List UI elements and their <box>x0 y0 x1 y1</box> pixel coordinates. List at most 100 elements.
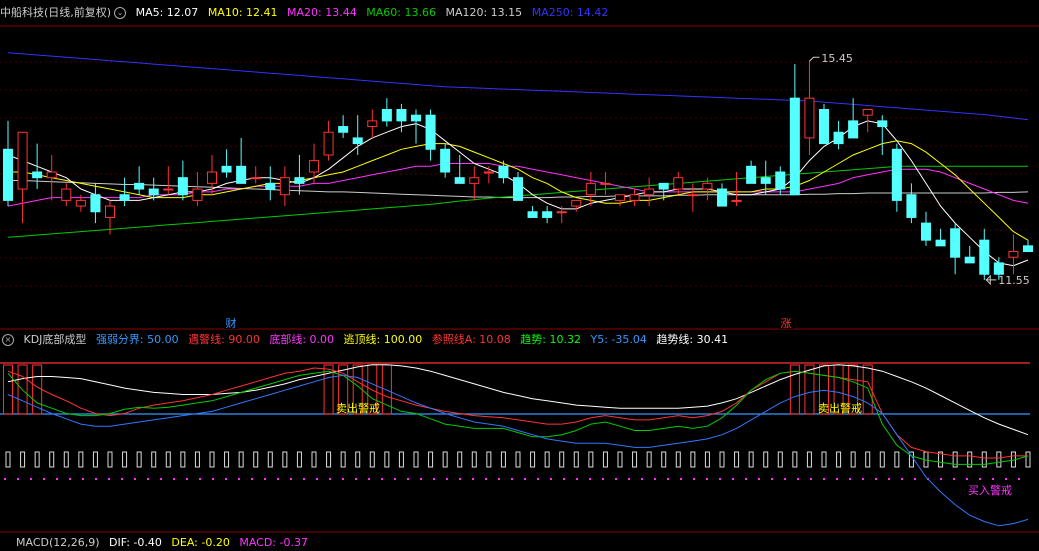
candle-17[interactable] <box>250 166 261 184</box>
candle-60[interactable] <box>877 115 888 155</box>
candle-body <box>950 228 961 258</box>
candle-body <box>629 194 640 201</box>
candle-12[interactable] <box>177 160 188 201</box>
candle-30[interactable] <box>440 143 451 178</box>
kdj-bar-31 <box>457 451 463 468</box>
candle-55[interactable] <box>804 61 815 155</box>
kdj-bar-47 <box>690 451 696 468</box>
candle-36[interactable] <box>527 206 538 218</box>
kdj-dot <box>901 478 903 480</box>
kdj-dot <box>810 478 812 480</box>
candle-2[interactable] <box>32 143 43 190</box>
candle-65[interactable] <box>950 223 961 275</box>
candle-22[interactable] <box>323 120 334 161</box>
candle-67[interactable] <box>979 228 990 280</box>
candle-body <box>862 109 873 116</box>
candle-19[interactable] <box>279 166 290 207</box>
candle-46[interactable] <box>673 172 684 195</box>
low-price-label: 11.55 <box>998 274 1029 287</box>
candle-69[interactable] <box>1008 234 1019 275</box>
kdj-bar-38 <box>559 451 565 468</box>
candle-53[interactable] <box>775 166 786 195</box>
candle-body <box>104 205 116 218</box>
candle-body <box>542 211 553 218</box>
candle-3[interactable] <box>46 154 57 201</box>
candle-50[interactable] <box>731 172 742 207</box>
sell-bar-0-2 <box>32 364 43 415</box>
candle-18[interactable] <box>265 166 276 201</box>
kdj-dot <box>433 478 435 480</box>
candle-34[interactable] <box>498 160 509 184</box>
candle-31[interactable] <box>454 154 465 184</box>
candle-13[interactable] <box>192 172 203 207</box>
candle-25[interactable] <box>367 109 378 138</box>
candle-56[interactable] <box>818 103 830 145</box>
candle-32[interactable] <box>469 166 480 201</box>
kdj-dot <box>940 478 942 480</box>
candle-33[interactable] <box>483 166 494 184</box>
candle-64[interactable] <box>935 228 946 247</box>
candle-42[interactable] <box>614 194 626 207</box>
kdj-bar-3 <box>49 451 55 468</box>
kdj-bar-13 <box>194 451 200 468</box>
candle-body <box>2 148 14 201</box>
candle-20[interactable] <box>294 154 305 195</box>
kdj-dot <box>420 478 422 480</box>
candle-43[interactable] <box>629 189 640 207</box>
candle-26[interactable] <box>381 98 392 127</box>
candle-63[interactable] <box>920 211 932 246</box>
candle-23[interactable] <box>338 115 349 138</box>
candle-62[interactable] <box>906 183 917 224</box>
ma250-line <box>7 52 1029 121</box>
kdj-dot <box>342 478 344 480</box>
candle-body <box>483 171 494 174</box>
candle-37[interactable] <box>542 206 553 224</box>
event-cai-marker[interactable]: 财 <box>226 316 237 330</box>
candle-body <box>644 188 655 196</box>
candle-0[interactable] <box>2 120 14 207</box>
candle-body <box>833 131 844 145</box>
candle-49[interactable] <box>716 183 728 207</box>
candle-14[interactable] <box>206 154 218 195</box>
kdj-dot <box>173 478 175 480</box>
kdj-dot <box>1018 478 1020 480</box>
candle-70[interactable] <box>1022 240 1034 253</box>
candle-39[interactable] <box>571 199 582 212</box>
candle-4[interactable] <box>61 183 72 207</box>
event-zhang-marker[interactable]: 涨 <box>781 317 792 330</box>
candle-body <box>935 239 946 247</box>
candle-9[interactable] <box>134 166 145 195</box>
candle-6[interactable] <box>90 183 101 224</box>
chart-canvas[interactable]: 财 涨 15.45 11.55 卖出警戒 卖出警戒 买入警戒 <box>0 0 1039 540</box>
kdj-bar-28 <box>413 451 419 468</box>
candle-51[interactable] <box>746 160 757 184</box>
kdj-bar-53 <box>777 451 783 468</box>
candle-47[interactable] <box>687 183 698 212</box>
sell-bar-2-54 <box>789 364 800 415</box>
kdj-dot <box>225 478 227 480</box>
candle-28[interactable] <box>410 109 422 144</box>
kdj-dot <box>277 478 279 480</box>
candle-16[interactable] <box>236 137 247 184</box>
kdj-dot <box>30 478 32 480</box>
kdj-red-line <box>7 367 1028 459</box>
kdj-dot <box>966 478 968 480</box>
candle-1[interactable] <box>17 131 28 224</box>
candle-29[interactable] <box>425 109 436 161</box>
candle-54[interactable] <box>789 64 800 196</box>
kdj-bar-10 <box>151 451 157 468</box>
kdj-dot <box>329 478 331 480</box>
candle-body <box>746 165 757 184</box>
candle-15[interactable] <box>221 149 232 178</box>
candle-59[interactable] <box>862 109 873 133</box>
candle-body <box>673 177 684 190</box>
candle-11[interactable] <box>163 166 174 195</box>
candle-57[interactable] <box>833 120 844 150</box>
kdj-bar-41 <box>602 451 608 468</box>
kdj-bar-36 <box>530 451 536 468</box>
candle-41[interactable] <box>600 172 611 195</box>
kdj-dot <box>238 478 240 480</box>
candle-35[interactable] <box>512 172 524 201</box>
kdj-bar-5 <box>78 451 84 468</box>
candle-66[interactable] <box>964 245 975 264</box>
